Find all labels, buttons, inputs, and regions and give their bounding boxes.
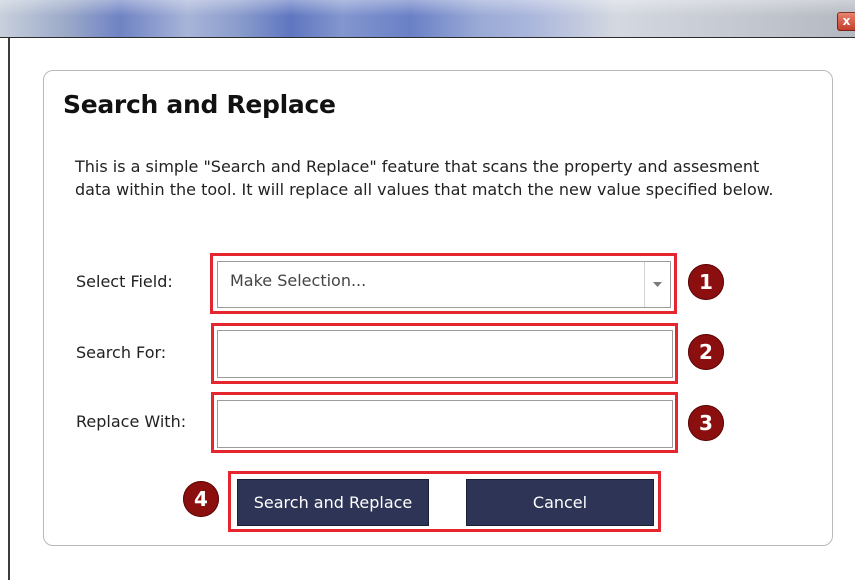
search-for-label: Search For: <box>76 343 167 362</box>
window-left-border <box>0 38 10 580</box>
callout-badge-1: 1 <box>688 264 724 300</box>
select-field-label: Select Field: <box>76 272 173 291</box>
field-select-value: Make Selection... <box>230 271 367 290</box>
dialog-title: Search and Replace <box>63 90 336 119</box>
callout-badge-2: 2 <box>688 334 724 370</box>
replace-with-label: Replace With: <box>76 412 187 431</box>
search-and-replace-button[interactable]: Search and Replace <box>237 479 429 526</box>
replace-with-input[interactable] <box>217 400 673 448</box>
callout-badge-3: 3 <box>688 405 724 441</box>
cancel-button[interactable]: Cancel <box>466 479 654 526</box>
callout-badge-4: 4 <box>183 481 219 517</box>
field-select-dropdown[interactable]: Make Selection... <box>217 261 671 308</box>
close-icon[interactable]: x <box>837 12 855 31</box>
search-for-input[interactable] <box>217 330 673 378</box>
window-titlebar: x <box>0 0 855 38</box>
chevron-down-icon[interactable] <box>644 262 670 307</box>
dialog-description: This is a simple "Search and Replace" fe… <box>75 157 774 199</box>
